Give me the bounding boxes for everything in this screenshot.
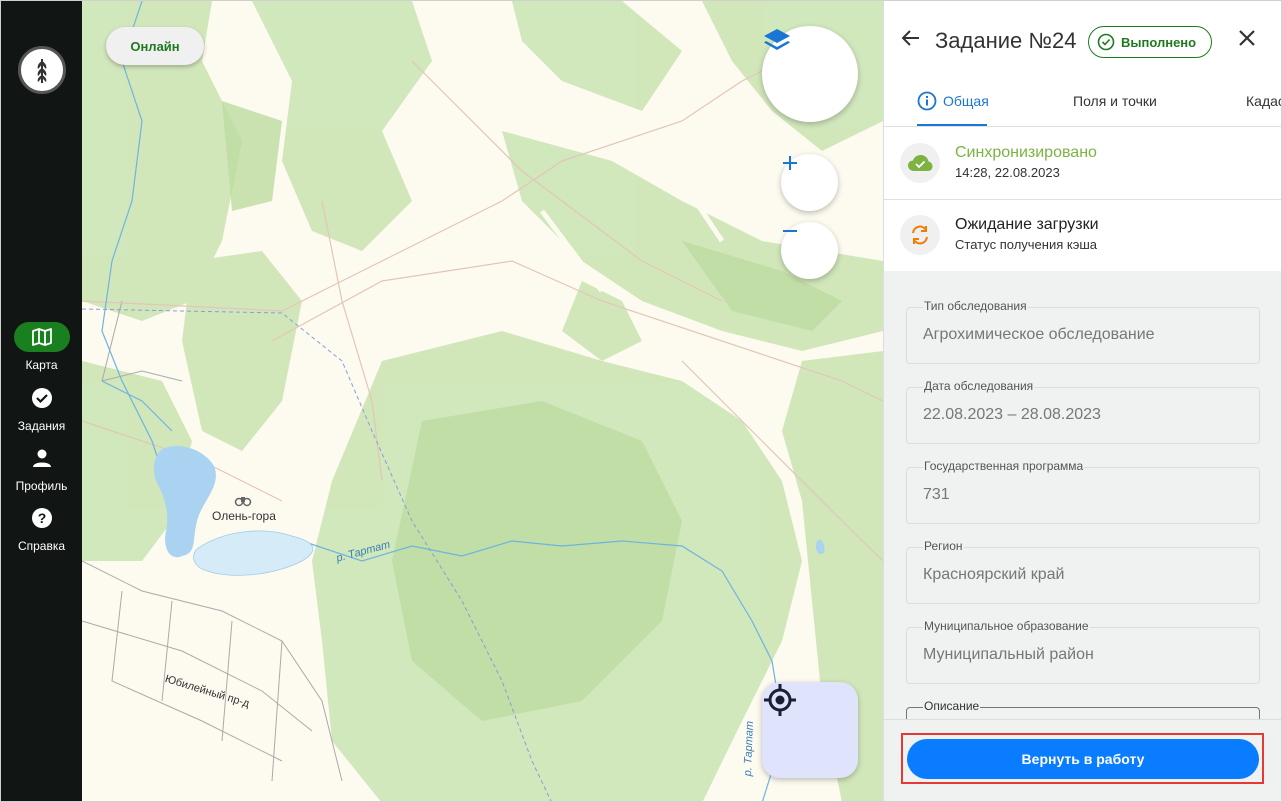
field-value: Красноярский край [923,566,1065,583]
description-field[interactable]: Описание [906,699,1260,719]
survey-date-field[interactable]: Дата обследования 22.08.2023 – 28.08.202… [906,379,1260,444]
field-value: 22.08.2023 – 28.08.2023 [923,406,1101,423]
logo [18,46,66,94]
check-circle-outline-icon [1097,33,1115,51]
check-circle-icon [14,383,70,413]
field-value: Агрохимическое обследование [923,326,1155,343]
person-icon [14,443,70,473]
close-icon [1239,30,1255,46]
field-value: Муниципальный район [923,646,1094,663]
sidebar-item-tasks[interactable]: Задания [1,383,82,433]
tab-general[interactable]: Общая [917,91,989,111]
close-button[interactable] [1236,27,1258,54]
map-icon [13,322,70,352]
sidebar: Карта Задания Профиль ? Справка [1,1,82,801]
sidebar-item-label: Задания [17,419,66,433]
minus-icon [783,230,797,232]
panel-header: Задание №24 Выполнено [884,1,1281,81]
field-value: 731 [923,486,950,503]
sync-title: Синхронизировано [955,144,1097,161]
tab-cadastre[interactable]: Кадастр [1246,93,1281,109]
crosshair-icon [764,684,796,716]
task-form: Тип обследования Агрохимическое обследов… [884,271,1281,719]
zoom-out-button[interactable] [781,222,838,279]
survey-type-field[interactable]: Тип обследования Агрохимическое обследов… [906,299,1260,364]
task-details-panel: Задание №24 Выполнено Общая Поля и точки… [883,1,1281,801]
sync-icon [900,215,940,255]
cache-title: Ожидание загрузки [955,216,1099,233]
back-button[interactable] [900,27,922,54]
online-status-button[interactable]: Онлайн [106,27,204,65]
tab-bar: Общая Поля и точки Кадастр [884,81,1281,127]
arrow-left-icon [901,30,919,46]
field-label: Дата обследования [923,379,1035,393]
sync-timestamp: 14:28, 22.08.2023 [955,165,1060,180]
my-location-button[interactable] [762,682,858,778]
river-label: р. Тартат [742,720,756,777]
region-field[interactable]: Регион Красноярский край [906,539,1260,604]
field-label: Государственная программа [923,459,1085,473]
sync-status-row: Синхронизировано 14:28, 22.08.2023 [884,127,1281,199]
tab-label: Общая [943,93,989,109]
cache-subtitle: Статус получения кэша [955,237,1097,252]
plus-icon [783,156,797,170]
binoculars-icon [234,497,252,507]
app-window: Карта Задания Профиль ? Справка Олень-го… [0,0,1282,802]
sidebar-item-profile[interactable]: Профиль [1,443,82,493]
sidebar-item-label: Справка [17,539,66,553]
tab-fields-points[interactable]: Поля и точки [1073,93,1157,109]
field-label: Регион [923,539,964,553]
status-label: Выполнено [1121,34,1197,50]
layers-button[interactable] [762,26,858,122]
field-label: Тип обследования [923,299,1028,313]
sidebar-item-label: Профиль [15,479,68,493]
state-program-field[interactable]: Государственная программа 731 [906,459,1260,524]
return-to-work-button[interactable]: Вернуть в работу [907,739,1259,779]
zoom-in-button[interactable] [781,154,838,211]
map-view[interactable]: Олень-гора р. Тартат р. Тартат Юбилейный… [82,1,883,801]
place-label: Олень-гора [212,509,276,523]
field-label: Муниципальное образование [923,619,1090,633]
status-badge: Выполнено [1088,26,1212,58]
sidebar-item-map[interactable]: Карта [1,322,82,372]
cloud-done-icon [900,143,940,183]
field-label: Описание [923,699,981,713]
page-title: Задание №24 [935,28,1077,53]
panel-footer: Вернуть в работу [884,719,1281,801]
sidebar-item-label: Карта [25,358,58,372]
info-icon [917,91,937,111]
wheat-logo-icon [37,59,47,83]
sidebar-item-help[interactable]: ? Справка [1,503,82,553]
municipality-field[interactable]: Муниципальное образование Муниципальный … [906,619,1260,684]
help-icon: ? [14,503,70,533]
cache-status-row: Ожидание загрузки Статус получения кэша [884,199,1281,271]
layers-icon [764,29,790,50]
svg-text:?: ? [37,510,46,526]
button-highlight: Вернуть в работу [901,733,1264,784]
